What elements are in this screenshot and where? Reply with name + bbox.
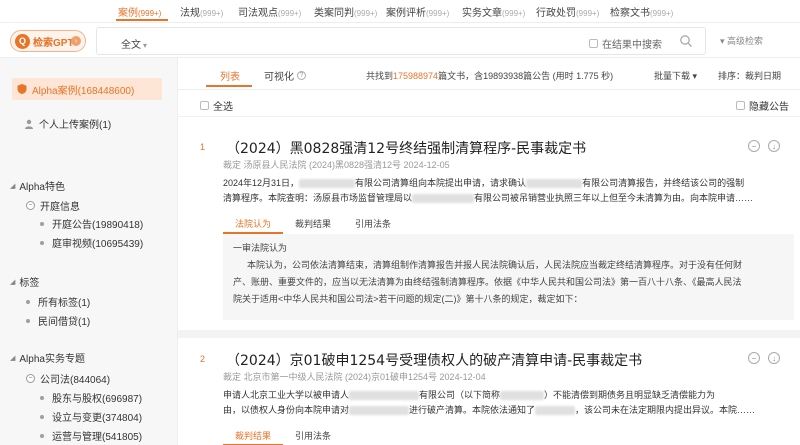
bullet-icon	[40, 395, 44, 400]
user-icon	[25, 119, 33, 129]
result-actions: − ↓	[748, 140, 780, 152]
sidebar-item-personal-upload[interactable]: 个人上传案例(1)	[24, 116, 111, 131]
caret-down-icon: ◢	[10, 354, 16, 362]
bullet-icon	[40, 414, 44, 419]
header-divider	[178, 89, 800, 90]
view-tab-underline	[206, 85, 252, 87]
list-divider	[178, 116, 800, 117]
tab-similar-cases[interactable]: 类案同判(999+)	[314, 4, 377, 19]
sidebar-section-alpha-features[interactable]: ◢ Alpha特色	[10, 178, 65, 193]
tab-court-opinion[interactable]: 法院认为	[223, 212, 284, 234]
collapse-icon: −	[26, 201, 35, 210]
sidebar-item-alpha-cases[interactable]: Alpha案例(168448600)	[12, 78, 162, 100]
redacted-text	[535, 406, 576, 416]
tab-judgment-result[interactable]: 裁判结果	[223, 424, 284, 445]
main-content: 列表 可视化? 共找到175988974篇文书，含19893938篇公告 (用时…	[178, 58, 800, 445]
tab-cited-laws[interactable]: 引用法条	[283, 424, 343, 445]
search-gpt-button[interactable]: Q 检索GPT ›	[10, 30, 86, 52]
tab-admin-penalties[interactable]: 行政处罚(999+)	[536, 4, 599, 19]
sidebar-item-private-lending[interactable]: 民间借贷(1)	[26, 313, 90, 328]
download-icon[interactable]: ↓	[768, 352, 780, 364]
search-gpt-icon: Q	[15, 33, 30, 49]
redacted-text	[500, 391, 545, 401]
checkbox-icon	[200, 101, 209, 110]
collapse-icon: −	[26, 374, 35, 383]
chevron-down-icon: ▾	[143, 41, 148, 50]
checkbox-icon	[736, 101, 745, 110]
advanced-search-link[interactable]: ▾ 高级检索	[720, 34, 763, 47]
hide-announcements-checkbox[interactable]: 隐藏公告	[736, 98, 789, 113]
sidebar-item-establishment-change[interactable]: 设立与变更(374804)	[40, 409, 142, 424]
redacted-text	[299, 179, 356, 189]
bullet-icon	[26, 299, 30, 304]
result-actions: − ↓	[748, 352, 780, 364]
checkbox-icon	[589, 39, 598, 48]
bullet-icon	[40, 240, 44, 245]
view-tab-list[interactable]: 列表	[220, 68, 240, 83]
caret-down-icon: ◢	[10, 278, 16, 286]
bullet-icon	[40, 221, 44, 226]
search-bar: Q 检索GPT › 全文 ▾ 在结果中搜索 ▾ 高级检索	[0, 22, 800, 58]
tab-procuratorate-docs[interactable]: 检察文书(999+)	[610, 4, 673, 19]
sidebar-section-tags[interactable]: ◢ 标签	[10, 274, 39, 289]
tab-cited-laws[interactable]: 引用法条	[343, 212, 403, 234]
result-title[interactable]: （2024）黑0828强清12号终结强制清算程序-民事裁定书	[226, 138, 586, 158]
tab-case-reviews[interactable]: 案例评析(999+)	[386, 4, 449, 19]
sidebar-item-trial-videos[interactable]: 庭审视频(10695439)	[40, 235, 143, 250]
result-tabs: 裁判结果 引用法条	[223, 424, 343, 445]
result-number: 1	[200, 142, 206, 152]
redacted-text	[526, 179, 583, 189]
shield-icon	[17, 84, 27, 94]
batch-download-button[interactable]: 批量下载 ▾	[654, 69, 697, 82]
tab-practice-articles[interactable]: 实务文章(999+)	[462, 4, 525, 19]
redacted-text	[349, 406, 410, 416]
sidebar: Alpha案例(168448600) 个人上传案例(1) ◢ Alpha特色 − 开…	[0, 58, 178, 445]
tab-judgment-result[interactable]: 裁判结果	[283, 212, 343, 234]
sidebar-item-all-tags[interactable]: 所有标签(1)	[26, 294, 90, 309]
result-meta: 裁定 汤原县人民法院 (2024)黑0828强清12号 2024-12-05	[223, 160, 450, 170]
tab-cases[interactable]: 案例(999+)	[118, 4, 161, 19]
tab-regulations[interactable]: 法规(999+)	[180, 4, 223, 19]
minus-icon[interactable]: −	[748, 352, 760, 364]
tab-judicial-views[interactable]: 司法观点(999+)	[238, 4, 301, 19]
sidebar-section-practice-topics[interactable]: ◢ Alpha实务专题	[10, 350, 85, 365]
search-in-results-checkbox[interactable]: 在结果中搜索	[589, 36, 662, 51]
redacted-text	[412, 194, 475, 204]
court-opinion-box: 一审法院认为 本院认为，公司依法清算结束，清算组制作清算报告并报人民法院确认后，…	[223, 234, 794, 320]
bullet-icon	[40, 433, 44, 438]
result-card: 2 （2024）京01破申1254号受理债权人的破产清算申请-民事裁定书 − ↓…	[190, 348, 794, 445]
category-tabs: 案例(999+) 法规(999+) 司法观点(999+) 类案同判(999+) …	[0, 0, 800, 22]
minus-icon[interactable]: −	[748, 140, 760, 152]
sidebar-item-operation-management[interactable]: 运营与管理(541805)	[40, 428, 142, 443]
result-snippet: 2024年12月31日， 有限公司清算组向本院提出申请，请求确认 有限公司清算报告，…	[223, 178, 754, 204]
bullet-icon	[26, 318, 30, 323]
view-tab-visualization[interactable]: 可视化?	[264, 68, 306, 83]
chevron-down-icon: ▾	[692, 71, 698, 81]
card-separator	[178, 330, 800, 338]
result-tabs: 法院认为 裁判结果 引用法条	[223, 212, 403, 234]
result-summary: 共找到175988974篇文书，含19893938篇公告 (用时 1.775 秒…	[366, 71, 614, 81]
search-scope-select[interactable]: 全文 ▾	[121, 36, 147, 51]
chevron-down-icon: ▾	[720, 36, 728, 46]
sort-select[interactable]: 排序：裁判日期	[718, 69, 781, 82]
download-icon[interactable]: ↓	[768, 140, 780, 152]
redacted-text	[349, 391, 420, 401]
help-icon: ?	[297, 71, 306, 80]
sidebar-group-company-law[interactable]: − 公司法(844064)	[26, 371, 110, 386]
search-icon[interactable]	[679, 34, 693, 48]
result-number: 2	[200, 354, 206, 364]
result-title[interactable]: （2024）京01破申1254号受理债权人的破产清算申请-民事裁定书	[226, 350, 642, 370]
select-all-checkbox[interactable]: 全选	[200, 98, 233, 113]
search-input[interactable]: 全文 ▾ 在结果中搜索	[96, 27, 706, 55]
result-card: 1 （2024）黑0828强清12号终结强制清算程序-民事裁定书 − ↓ 裁定 …	[190, 136, 794, 336]
result-meta: 裁定 北京市第一中级人民法院 (2024)京01破申1254号 2024-12-…	[223, 372, 486, 382]
sidebar-item-shareholders-equity[interactable]: 股东与股权(696987)	[40, 390, 142, 405]
active-tab-underline	[116, 19, 168, 21]
sidebar-item-hearing-notices[interactable]: 开庭公告(19890418)	[40, 216, 143, 231]
sidebar-group-hearing-info[interactable]: − 开庭信息	[26, 198, 80, 213]
chevron-right-icon: ›	[71, 36, 81, 46]
result-snippet: 申请人北京工业大学以被申请人 有限公司（以下简称 ）不能清偿到期债务且明显缺乏清偿能…	[223, 390, 756, 416]
caret-down-icon: ◢	[10, 182, 16, 190]
